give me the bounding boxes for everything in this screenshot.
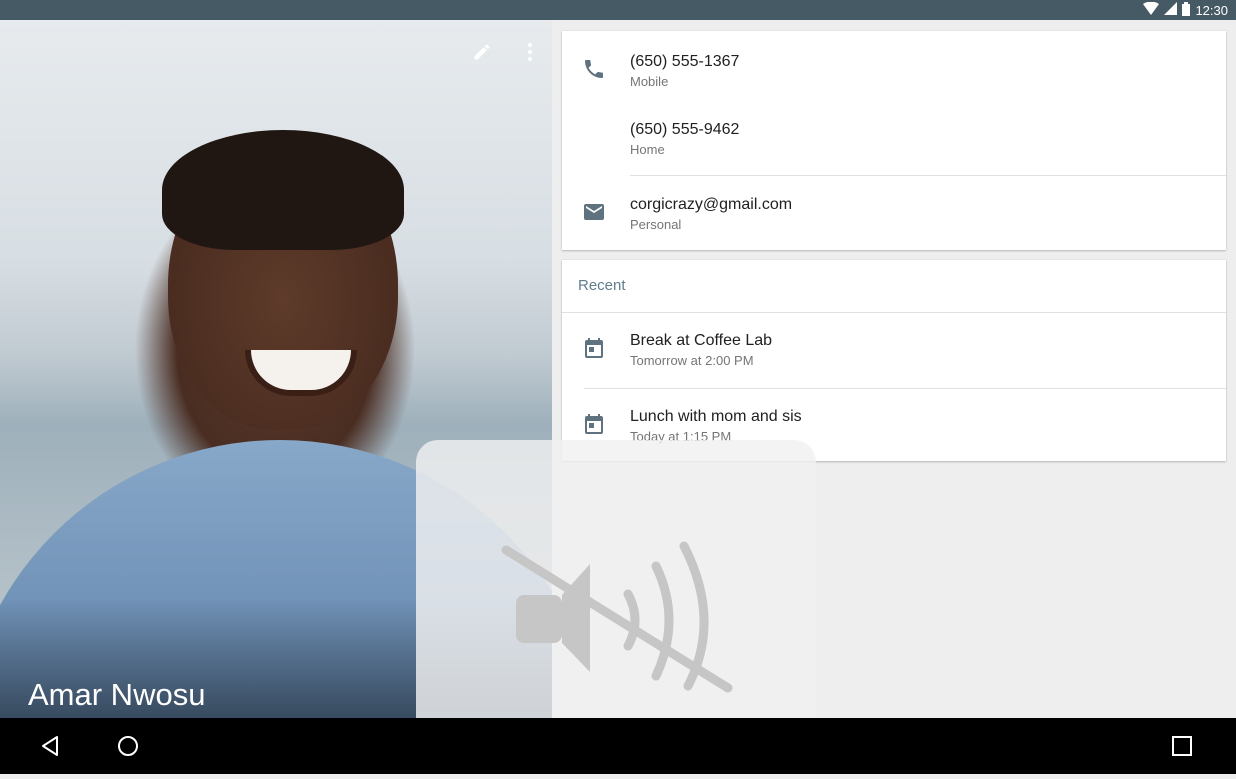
event-title: Break at Coffee Lab [630,332,773,349]
phone-number: (650) 555-9462 [630,121,740,138]
divider [584,388,1226,389]
navigation-bar [0,718,1236,774]
status-icons: 12:30 [1143,0,1228,20]
wifi-icon [1143,1,1160,18]
phone-number: (650) 555-1367 [630,53,740,70]
divider [630,175,1226,176]
recent-card: Recent Break at Coffee Lab Tomorrow at 2… [562,260,1226,461]
email-icon [582,200,606,224]
email-type: Personal [630,217,682,232]
email-entry[interactable]: corgicrazy@gmail.com Personal [630,195,792,234]
event-title: Lunch with mom and sis [630,408,802,425]
event-time: Tomorrow at 2:00 PM [630,353,754,368]
recent-item[interactable]: Break at Coffee Lab Tomorrow at 2:00 PM [630,331,772,370]
home-icon[interactable] [114,732,142,760]
phone-entry-mobile[interactable]: (650) 555-1367 Mobile [630,52,739,91]
back-icon[interactable] [36,732,64,760]
email-address: corgicrazy@gmail.com [630,196,793,213]
divider [562,312,1226,313]
recents-icon[interactable] [1168,732,1196,760]
phone-icon [582,57,606,81]
phone-entry-home[interactable]: (650) 555-9462 Home [630,120,739,159]
status-time: 12:30 [1195,2,1228,18]
phone-type: Mobile [630,74,669,89]
contact-details-card: (650) 555-1367 Mobile (650) 555-9462 Hom… [562,31,1226,250]
battery-icon [1182,1,1191,19]
contact-name: Amar Nwosu [28,677,206,712]
photo-actions [468,38,544,66]
phone-type: Home [630,142,665,157]
more-vert-icon[interactable] [516,38,544,66]
calendar-icon [582,336,606,360]
recent-title: Recent [578,277,626,294]
status-bar: 12:30 [0,0,1236,20]
cell-signal-icon [1164,2,1178,18]
calendar-icon [582,412,606,436]
edit-icon[interactable] [468,38,496,66]
